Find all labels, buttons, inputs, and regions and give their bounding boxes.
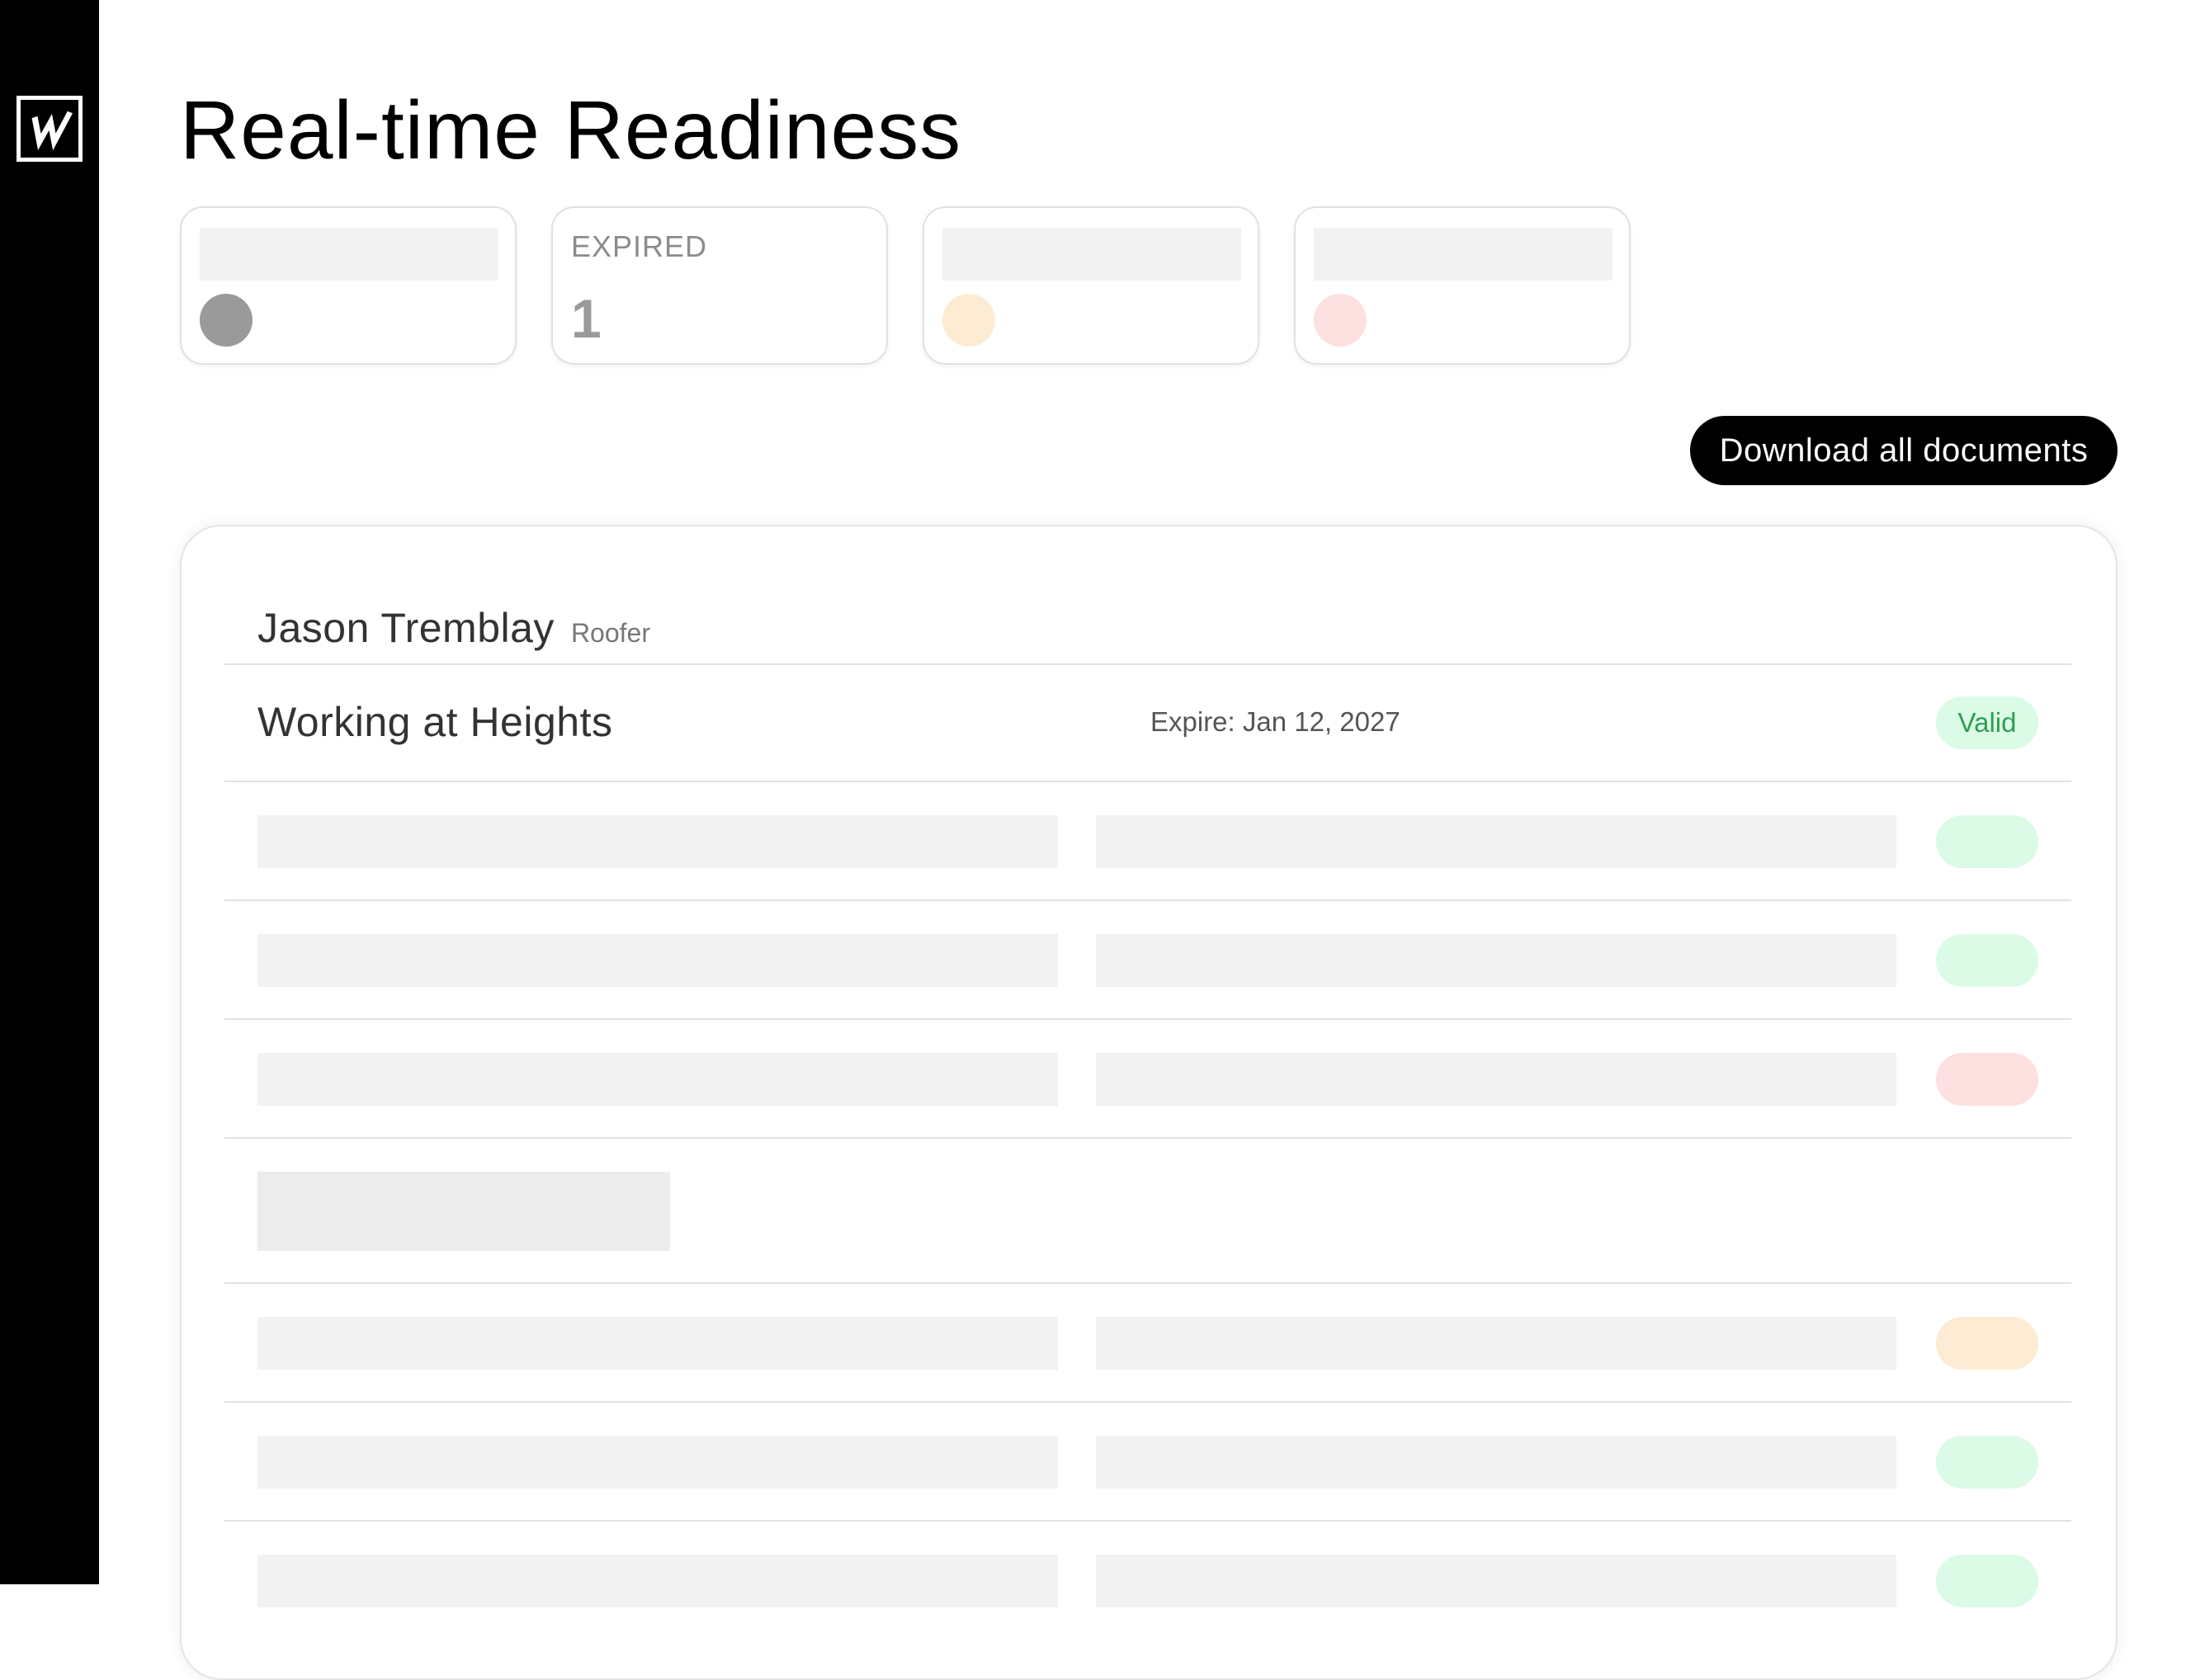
row-expire-placeholder (1096, 815, 1896, 868)
divider (224, 1137, 2071, 1139)
row-title-placeholder (257, 1555, 1058, 1607)
row-expire-placeholder (1096, 1053, 1896, 1106)
sidebar (0, 0, 99, 1584)
stat-card-expiring[interactable] (923, 206, 1259, 365)
status-badge: Valid (1936, 696, 2038, 749)
divider (224, 899, 2071, 901)
stat-card-expired[interactable]: EXPIRED 1 (551, 206, 888, 365)
row-expire-placeholder (1096, 934, 1896, 987)
divider (224, 1018, 2071, 1020)
divider (224, 1520, 2071, 1522)
row-expire-placeholder (1096, 1317, 1896, 1370)
document-title[interactable]: Working at Heights (257, 698, 612, 746)
status-dot-neutral (200, 294, 253, 347)
row-title-placeholder (257, 1317, 1058, 1370)
status-badge (1936, 934, 2038, 987)
section-heading-placeholder (257, 1172, 670, 1251)
row-title-placeholder (257, 934, 1058, 987)
stat-card-total[interactable] (180, 206, 517, 365)
row-title-placeholder (257, 1053, 1058, 1106)
stat-label-expired: EXPIRED (571, 229, 708, 263)
status-badge (1936, 1555, 2038, 1607)
worker-name: Jason Tremblay (257, 605, 555, 651)
status-dot-danger (1314, 294, 1367, 347)
worker-header: Jason Tremblay Roofer (257, 604, 650, 652)
stat-card-missing[interactable] (1294, 206, 1631, 365)
row-expire-placeholder (1096, 1436, 1896, 1489)
divider (224, 781, 2071, 782)
row-expire-placeholder (1096, 1555, 1896, 1607)
stat-label-placeholder (1314, 228, 1612, 281)
status-badge (1936, 1436, 2038, 1489)
status-badge (1936, 815, 2038, 868)
status-badge (1936, 1317, 2038, 1370)
status-dot-warning (942, 294, 995, 347)
status-badge (1936, 1053, 2038, 1106)
page-title: Real-time Readiness (180, 84, 962, 177)
download-all-button[interactable]: Download all documents (1690, 416, 2118, 485)
worker-role: Roofer (570, 618, 650, 648)
divider (224, 1401, 2071, 1403)
stat-value-expired: 1 (571, 288, 602, 349)
logo-w-icon (31, 111, 73, 151)
row-title-placeholder (257, 1436, 1058, 1489)
app-logo[interactable] (17, 96, 83, 162)
document-expire-date: Expire: Jan 12, 2027 (1150, 706, 1400, 737)
divider (224, 663, 2071, 665)
row-title-placeholder (257, 815, 1058, 868)
stat-label-placeholder (942, 228, 1241, 281)
stat-label-placeholder (200, 228, 498, 281)
divider (224, 1282, 2071, 1284)
